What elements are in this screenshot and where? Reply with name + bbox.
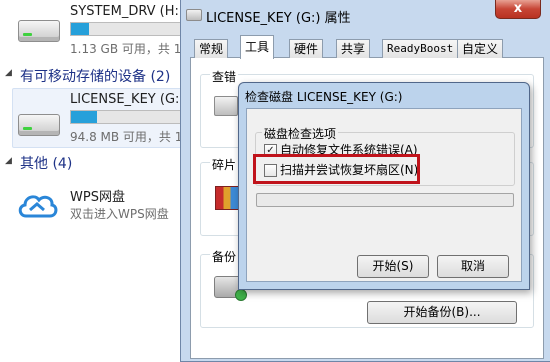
storage-bar-fill <box>71 111 98 123</box>
defrag-icon <box>215 186 239 210</box>
collapse-triangle-icon[interactable]: ◢ <box>5 68 12 78</box>
defrag-label: 碎片 <box>210 156 239 173</box>
tab-readyboost[interactable]: ReadyBoost <box>382 39 459 58</box>
collapse-triangle-icon[interactable]: ◢ <box>5 156 12 166</box>
start-backup-button[interactable]: 开始备份(B)... <box>367 301 517 324</box>
group-header-other[interactable]: 其他 (4) <box>20 153 72 173</box>
drive-title-icon <box>186 9 202 21</box>
storage-bar-fill <box>71 23 89 35</box>
drive-free-space: 94.8 MB 可用，共 1 <box>70 130 183 144</box>
hard-drive-icon <box>18 20 60 42</box>
drive-name: LICENSE_KEY (G:) <box>70 92 185 107</box>
wps-subtitle: 双击进入WPS网盘 <box>70 207 169 221</box>
wps-name: WPS网盘 <box>70 190 125 205</box>
check-progress-bar <box>256 193 514 207</box>
properties-title: LICENSE_KEY (G:) 属性 <box>206 11 351 26</box>
tab-customize[interactable]: 自定义 <box>457 39 504 58</box>
start-button[interactable]: 开始(S) <box>357 255 429 278</box>
close-button[interactable]: x <box>495 0 541 19</box>
tab-tools[interactable]: 工具 <box>240 35 275 59</box>
tab-sharing[interactable]: 共享 <box>336 39 371 58</box>
tab-hardware[interactable]: 硬件 <box>289 39 324 58</box>
storage-bar <box>70 110 192 124</box>
highlight-box <box>253 154 420 184</box>
error-check-label: 查错 <box>210 68 239 85</box>
group-header-removable[interactable]: 有可移动存储的设备 (2) <box>20 66 170 86</box>
drive-free-space: 1.13 GB 可用，共 1 <box>70 42 182 56</box>
cancel-button[interactable]: 取消 <box>437 255 509 278</box>
usb-drive-icon <box>18 114 60 136</box>
tab-general[interactable]: 常规 <box>194 39 229 58</box>
drive-name: SYSTEM_DRV (H:) <box>70 4 184 19</box>
storage-bar <box>70 22 192 36</box>
dialog-title: 检查磁盘 LICENSE_KEY (G:) <box>245 90 403 104</box>
cloud-icon <box>18 195 58 218</box>
backup-label: 备份 <box>210 248 239 265</box>
drive-check-icon <box>214 96 238 116</box>
disk-options-label: 磁盘检查选项 <box>262 125 339 142</box>
